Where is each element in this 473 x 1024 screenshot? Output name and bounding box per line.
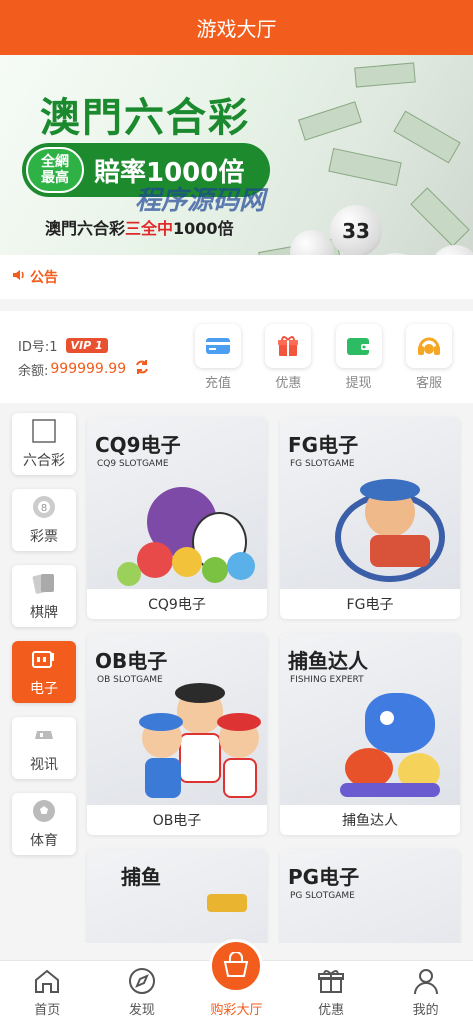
- game-card-cq9[interactable]: CQ9电子 CQ9 SLOTGAME CQ9电子: [87, 417, 267, 619]
- game-card-fg[interactable]: FG电子 FG SLOTGAME FG电子: [280, 417, 460, 619]
- account-panel: ID号:1 VIP 1 余额: 999999.99 充值 优惠 提现 客服: [0, 311, 473, 403]
- user-id: ID号:1: [18, 339, 58, 355]
- notice-label: 公告: [30, 270, 58, 286]
- lottery-icon: [209, 939, 264, 993]
- page-title: 游戏大厅: [196, 17, 277, 41]
- category-item-lottery[interactable]: 8 彩票: [12, 489, 76, 551]
- game-card-ob[interactable]: OB电子 OB SLOTGAME OB电子: [87, 633, 267, 835]
- card-icon: [195, 323, 241, 368]
- deposit-button[interactable]: 充值: [188, 323, 248, 391]
- vip-badge: VIP 1: [65, 337, 108, 353]
- balance-value: 999999.99: [50, 361, 127, 377]
- soccer-icon: [31, 798, 57, 824]
- tab-promotions[interactable]: 优惠: [284, 961, 379, 1024]
- compass-icon: [128, 965, 156, 997]
- wallet-icon: [335, 323, 382, 368]
- game-art: OB电子 OB SLOTGAME: [87, 633, 267, 805]
- game-art: FG电子 FG SLOTGAME: [280, 417, 460, 589]
- headset-icon: [405, 323, 452, 368]
- tab-home[interactable]: 首页: [0, 961, 95, 1024]
- category-item-cards[interactable]: 棋牌: [12, 565, 76, 627]
- game-art: PG电子 PG SLOTGAME: [280, 849, 460, 943]
- balance-label: 余额:: [18, 363, 49, 379]
- tab-profile[interactable]: 我的: [378, 961, 473, 1024]
- refresh-icon[interactable]: [134, 359, 150, 379]
- app-header: 游戏大厅: [0, 0, 473, 55]
- gift-icon: [265, 323, 312, 368]
- tab-discover[interactable]: 发现: [95, 961, 190, 1024]
- game-art: CQ9电子 CQ9 SLOTGAME: [87, 417, 267, 589]
- speaker-icon: [12, 268, 26, 286]
- watermark-text: 程序源码网: [135, 186, 266, 216]
- lottery-ball: 33: [330, 205, 382, 255]
- bottom-tabbar: 首页 发现 购彩大厅 优惠 我的: [0, 939, 473, 1024]
- game-art: 捕鱼: [87, 849, 267, 943]
- cards-icon: [31, 570, 57, 596]
- video-icon: [31, 722, 57, 748]
- support-button[interactable]: 客服: [399, 323, 459, 391]
- game-card-pg[interactable]: PG电子 PG SLOTGAME: [280, 849, 460, 943]
- promo-banner[interactable]: 33 8 澳門六合彩 全網 最高 賠率1000倍 澳門六合彩三全中1000倍 程…: [0, 55, 473, 255]
- slot-icon: [31, 646, 57, 672]
- banner-subtitle: 澳門六合彩三全中1000倍: [45, 219, 234, 238]
- category-item-live[interactable]: 视讯: [12, 717, 76, 779]
- category-item-sports[interactable]: 体育: [12, 793, 76, 855]
- lottery-ball: [430, 245, 473, 255]
- withdraw-button[interactable]: 提现: [329, 323, 389, 391]
- square-icon: [31, 418, 57, 444]
- game-card-fishing[interactable]: 捕鱼达人 FISHING EXPERT 捕鱼达人: [280, 633, 460, 835]
- category-item-slots[interactable]: 电子: [12, 641, 76, 703]
- promo-button[interactable]: 优惠: [258, 323, 318, 391]
- game-art: 捕鱼达人 FISHING EXPERT: [280, 633, 460, 805]
- notice-bar[interactable]: 公告: [0, 255, 473, 299]
- category-sidebar: 六合彩 8 彩票 棋牌 电子 视讯 体育: [12, 413, 76, 869]
- banner-title: 澳門六合彩: [40, 95, 250, 141]
- user-icon: [412, 965, 440, 997]
- ball-icon: 8: [31, 494, 57, 520]
- svg-text:8: 8: [41, 503, 47, 514]
- lottery-ball: 8: [365, 253, 427, 255]
- banner-pill-badge: 全網 最高: [26, 147, 84, 193]
- gift-icon: [317, 965, 345, 997]
- game-card-fishing2[interactable]: 捕鱼: [87, 849, 267, 943]
- lottery-ball: [290, 230, 334, 255]
- category-item-lottery6[interactable]: 六合彩: [12, 413, 76, 475]
- game-lobby: 六合彩 8 彩票 棋牌 电子 视讯 体育 CQ9电子 CQ9 SLOTGAME: [0, 403, 473, 943]
- tab-lottery-hall[interactable]: 购彩大厅: [189, 939, 284, 1024]
- home-icon: [33, 965, 61, 997]
